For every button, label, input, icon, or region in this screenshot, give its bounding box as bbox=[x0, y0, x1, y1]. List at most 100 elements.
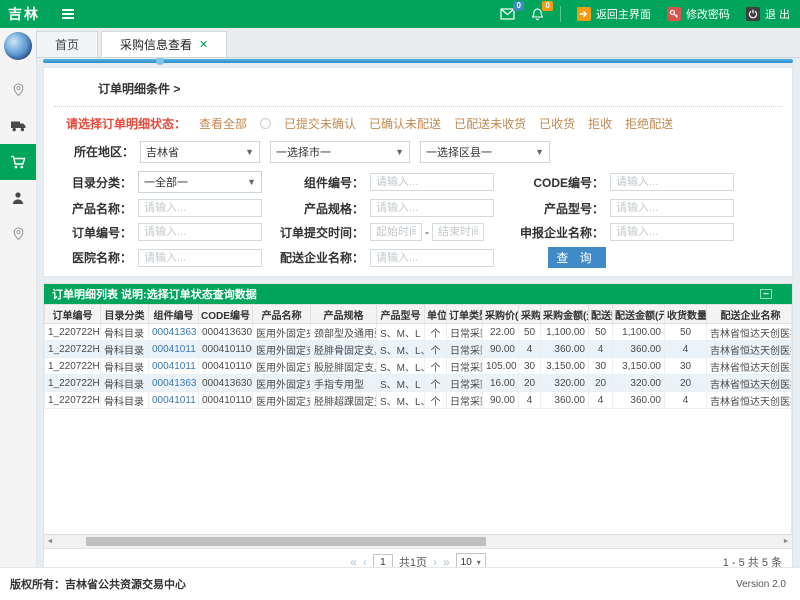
column-header: 单位 bbox=[425, 305, 447, 324]
component-no-link[interactable]: 00041011 bbox=[149, 392, 199, 409]
chevron-down-icon: ▼ bbox=[245, 147, 254, 157]
cell: 吉林省恒达天创医疗科技有限 bbox=[707, 375, 793, 392]
cell: 个 bbox=[425, 358, 447, 375]
date-separator: - bbox=[425, 225, 429, 239]
product-model-input[interactable] bbox=[610, 199, 734, 217]
cell: 00041011001 bbox=[199, 358, 253, 375]
cell: 90.00 bbox=[483, 341, 519, 358]
change-password-button[interactable]: 修改密码 bbox=[667, 6, 730, 22]
return-main-button[interactable]: 返回主界面 bbox=[577, 6, 651, 22]
product-spec-input[interactable] bbox=[370, 199, 494, 217]
declare-company-input[interactable] bbox=[610, 223, 734, 241]
filter-panel: 订单明细条件 > 请选择订单明细状态： 查看全部已提交未确认已确认未配送已配送未… bbox=[43, 67, 793, 277]
order-no-input[interactable] bbox=[138, 223, 262, 241]
component-no-link[interactable]: 00041011 bbox=[149, 341, 199, 358]
hospital-input[interactable] bbox=[138, 249, 262, 267]
end-time-input[interactable] bbox=[432, 223, 484, 241]
logout-label: 退 出 bbox=[765, 6, 790, 22]
table-body: 1_220722H骨科目录0004136300041363001医用外固定夹板颈… bbox=[45, 324, 793, 409]
collapse-icon[interactable]: − bbox=[760, 289, 772, 299]
catalog-select[interactable]: 一全部一▼ bbox=[138, 171, 262, 193]
code-no-label: CODE编号： bbox=[498, 174, 606, 191]
range-info: 1 - 5 共 5 条 bbox=[723, 554, 782, 568]
tab-close-icon[interactable]: ✕ bbox=[199, 38, 208, 51]
cell: 4 bbox=[665, 341, 707, 358]
status-option[interactable]: 查看全部 bbox=[199, 115, 247, 132]
scroll-left-icon[interactable]: ◄ bbox=[44, 538, 56, 545]
catalog-label: 目录分类： bbox=[54, 174, 134, 191]
hamburger-menu-icon[interactable] bbox=[62, 9, 74, 19]
user-icon bbox=[11, 191, 25, 205]
county-select[interactable]: 一选择区县一▼ bbox=[420, 141, 550, 163]
component-no-link[interactable]: 00041363 bbox=[149, 324, 199, 341]
cell: 骨科目录 bbox=[101, 392, 149, 409]
scroll-right-icon[interactable]: ► bbox=[780, 538, 792, 545]
horizontal-scrollbar-top[interactable] bbox=[43, 59, 793, 63]
cell: 22.00 bbox=[483, 324, 519, 341]
query-button[interactable]: 查 询 bbox=[548, 247, 606, 268]
status-option[interactable]: 已提交未确认 bbox=[284, 115, 356, 132]
delivery-company-input[interactable] bbox=[370, 249, 494, 267]
status-option[interactable]: 拒收 bbox=[588, 115, 612, 132]
cell: 30 bbox=[519, 358, 541, 375]
logout-button[interactable]: 退 出 bbox=[746, 6, 790, 22]
return-arrow-icon bbox=[577, 7, 591, 21]
table-row[interactable]: 1_220722H骨科目录0004101100041011001医用外固定支具股… bbox=[45, 358, 793, 375]
scrollbar-thumb[interactable] bbox=[86, 537, 486, 546]
page-number-input[interactable] bbox=[373, 554, 393, 569]
component-no-link[interactable]: 00041363 bbox=[149, 375, 199, 392]
notifications-icon[interactable]: 0 bbox=[531, 8, 544, 21]
table-panel-title: 订单明细列表 说明:选择订单状态查询数据 bbox=[52, 286, 257, 302]
user-avatar[interactable] bbox=[4, 32, 32, 60]
cell: 105.00 bbox=[483, 358, 519, 375]
table-row[interactable]: 1_220722H骨科目录0004101100041011002医用外固定支具胫… bbox=[45, 392, 793, 409]
table-row[interactable]: 1_220722H骨科目录0004136300041363000医用外固定夹板手… bbox=[45, 375, 793, 392]
table-header-row: 订单编号目录分类组件编号CODE编号产品名称产品规格产品型号单位订单类型采购价(… bbox=[45, 305, 793, 324]
component-no-link[interactable]: 00041011 bbox=[149, 358, 199, 375]
status-radio[interactable] bbox=[260, 118, 271, 129]
sidebar-item-location-bottom[interactable] bbox=[0, 216, 36, 252]
cell: 胫腓骨固定支具 bbox=[311, 341, 377, 358]
table-row[interactable]: 1_220722H骨科目录0004136300041363001医用外固定夹板颈… bbox=[45, 324, 793, 341]
cell: 1_220722H bbox=[45, 324, 101, 341]
table-row[interactable]: 1_220722H骨科目录0004101100041011002医用外固定支具胫… bbox=[45, 341, 793, 358]
status-option[interactable]: 拒绝配送 bbox=[625, 115, 673, 132]
version-text: Version 2.0 bbox=[736, 579, 786, 590]
component-no-input[interactable] bbox=[370, 173, 494, 191]
cell: 320.00 bbox=[541, 375, 589, 392]
status-option[interactable]: 已配送未收货 bbox=[454, 115, 526, 132]
status-option[interactable]: 已确认未配送 bbox=[369, 115, 441, 132]
province-select[interactable]: 吉林省▼ bbox=[140, 141, 260, 163]
product-name-input[interactable] bbox=[138, 199, 262, 217]
code-no-input[interactable] bbox=[610, 173, 734, 191]
cell: 4 bbox=[589, 341, 613, 358]
cell: 3,150.00 bbox=[541, 358, 589, 375]
cell: 30 bbox=[589, 358, 613, 375]
delivery-company-label: 配送企业名称： bbox=[266, 249, 366, 266]
sidebar-item-user[interactable] bbox=[0, 180, 36, 216]
tab-procurement-info[interactable]: 采购信息查看 ✕ bbox=[101, 31, 227, 57]
location-pin-icon bbox=[11, 82, 26, 98]
start-time-input[interactable] bbox=[370, 223, 422, 241]
city-select[interactable]: 一选择市一▼ bbox=[270, 141, 410, 163]
sidebar-item-delivery[interactable] bbox=[0, 108, 36, 144]
messages-icon[interactable]: 0 bbox=[500, 8, 515, 20]
cell: 320.00 bbox=[613, 375, 665, 392]
top-header: 吉林 0 0 返回主界面 修改密码 bbox=[0, 0, 800, 28]
sidebar-item-location-top[interactable] bbox=[0, 72, 36, 108]
cell: 骨科目录 bbox=[101, 324, 149, 341]
horizontal-scrollbar[interactable]: ◄ ► bbox=[44, 534, 792, 548]
cell: 吉林省恒达天创医疗科技有限 bbox=[707, 392, 793, 409]
filter-panel-title[interactable]: 订单明细条件 > bbox=[54, 72, 782, 107]
hospital-label: 医院名称： bbox=[54, 249, 134, 266]
sidebar-item-cart[interactable] bbox=[0, 144, 36, 180]
cell: 20 bbox=[665, 375, 707, 392]
cell: 1,100.00 bbox=[541, 324, 589, 341]
cell: 股胫腓固定支具 bbox=[311, 358, 377, 375]
tab-home[interactable]: 首页 bbox=[36, 31, 98, 57]
status-option[interactable]: 已收货 bbox=[539, 115, 575, 132]
page-size-select[interactable]: 10 ▾ bbox=[456, 553, 486, 569]
cell: 4 bbox=[519, 341, 541, 358]
cell: 50 bbox=[665, 324, 707, 341]
column-header: 订单类型 bbox=[447, 305, 483, 324]
